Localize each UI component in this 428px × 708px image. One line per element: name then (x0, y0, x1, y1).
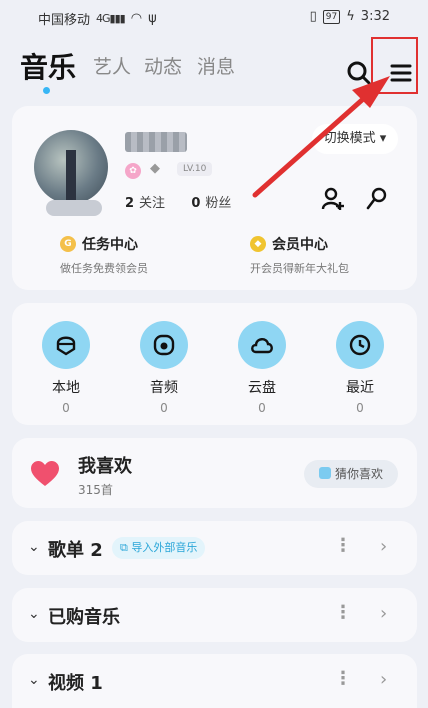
section-purchased[interactable]: ⌄ 已购音乐 ⋮ › (12, 588, 417, 642)
local-icon (56, 336, 76, 356)
more-icon[interactable]: ⋮ (334, 668, 352, 689)
chevron-right-icon[interactable]: › (380, 669, 387, 690)
task-center[interactable]: G 任务中心 做任务免费领会员 (60, 234, 148, 276)
tab-music[interactable]: 音乐 (20, 46, 76, 86)
clock-icon (349, 334, 371, 356)
quick-access-card: 本地 0 音频 0 云盘 0 最近 0 (12, 303, 417, 425)
avatar[interactable] (34, 130, 108, 204)
coin-icon: G (60, 236, 76, 252)
add-friend-icon[interactable] (320, 186, 346, 212)
chevron-right-icon[interactable]: › (380, 536, 387, 557)
badge-icon[interactable]: ✿ (125, 163, 141, 179)
section-title: 视频 1 (48, 673, 103, 694)
section-title: 歌单 2 (48, 540, 103, 561)
level-badge[interactable]: LV.10 (177, 162, 213, 176)
top-tab-bar: 音乐 艺人 动态 消息 (0, 37, 428, 100)
section-videos[interactable]: ⌄ 视频 1 ⋮ › (12, 654, 417, 708)
heart-icon (31, 461, 59, 486)
favorites-title: 我喜欢 (78, 456, 132, 477)
quick-item-audio[interactable]: 音频 0 (130, 321, 198, 415)
karaoke-icon[interactable] (364, 186, 390, 212)
vip-center-subtitle: 开会员得新年大礼包 (250, 262, 349, 275)
vip-diamond-icon: ◆ (250, 236, 266, 252)
section-title: 已购音乐 (48, 607, 120, 628)
vip-center-title: 会员中心 (272, 237, 328, 253)
charging-icon: ϟ (346, 9, 355, 24)
section-playlists[interactable]: ⌄ 歌单 2 ⧉ 导入外部音乐 ⋮ › (12, 521, 417, 575)
status-bar: 中国移动 4G▮▮▮ ◠ ψ ▯ 97 ϟ 3:32 (0, 0, 428, 34)
following-label[interactable]: 关注 (139, 196, 165, 211)
cloud-icon (251, 338, 273, 354)
avatar-tag (46, 200, 102, 216)
profile-card: ✿ ◆ LV.10 2 关注 0 粉丝 切换模式 ▾ G 任务中心 做任务免费领会员… (12, 106, 417, 290)
chevron-down-icon[interactable]: ⌄ (28, 539, 40, 555)
battery-icon: 97 (322, 9, 341, 24)
following-count[interactable]: 2 (125, 196, 134, 211)
favorites-card[interactable]: 我喜欢 315首 猜你喜欢 (12, 438, 417, 508)
chevron-down-icon[interactable]: ⌄ (28, 606, 40, 622)
usb-icon: ψ (148, 11, 157, 26)
favorites-count: 315首 (78, 483, 113, 497)
import-music-button[interactable]: ⧉ 导入外部音乐 (112, 537, 206, 559)
tab-messages[interactable]: 消息 (197, 52, 235, 79)
switch-mode-button[interactable]: 切换模式 ▾ (312, 124, 398, 154)
quick-item-cloud[interactable]: 云盘 0 (228, 321, 296, 415)
task-center-subtitle: 做任务免费领会员 (60, 262, 148, 275)
active-tab-indicator (43, 87, 50, 94)
quick-item-recent[interactable]: 最近 0 (326, 321, 394, 415)
fans-count[interactable]: 0 (191, 196, 200, 211)
guess-you-like-button[interactable]: 猜你喜欢 (304, 460, 398, 488)
tab-artists[interactable]: 艺人 (93, 52, 131, 79)
more-icon[interactable]: ⋮ (334, 602, 352, 623)
tab-feed[interactable]: 动态 (144, 52, 182, 79)
menu-highlight-box (371, 37, 418, 94)
search-icon[interactable] (346, 60, 372, 86)
task-center-title: 任务中心 (82, 237, 138, 253)
diamond-icon[interactable]: ◆ (150, 161, 170, 179)
vibrate-icon: ▯ (309, 9, 317, 24)
fans-label[interactable]: 粉丝 (205, 196, 231, 211)
follow-stats: 2 关注 0 粉丝 (125, 192, 231, 211)
carrier-label: 中国移动 (38, 13, 91, 28)
chevron-down-icon[interactable]: ⌄ (28, 672, 40, 688)
audio-icon (153, 334, 175, 356)
username-blurred[interactable] (125, 132, 187, 152)
clock-label: 3:32 (360, 9, 390, 24)
chevron-right-icon[interactable]: › (380, 603, 387, 624)
signal-icon: 4G▮▮▮ (96, 12, 126, 25)
vip-center[interactable]: ◆ 会员中心 开会员得新年大礼包 (250, 234, 349, 276)
more-icon[interactable]: ⋮ (334, 535, 352, 556)
wifi-icon: ◠ (130, 11, 143, 26)
quick-item-local[interactable]: 本地 0 (32, 321, 100, 415)
guess-icon (318, 467, 331, 479)
